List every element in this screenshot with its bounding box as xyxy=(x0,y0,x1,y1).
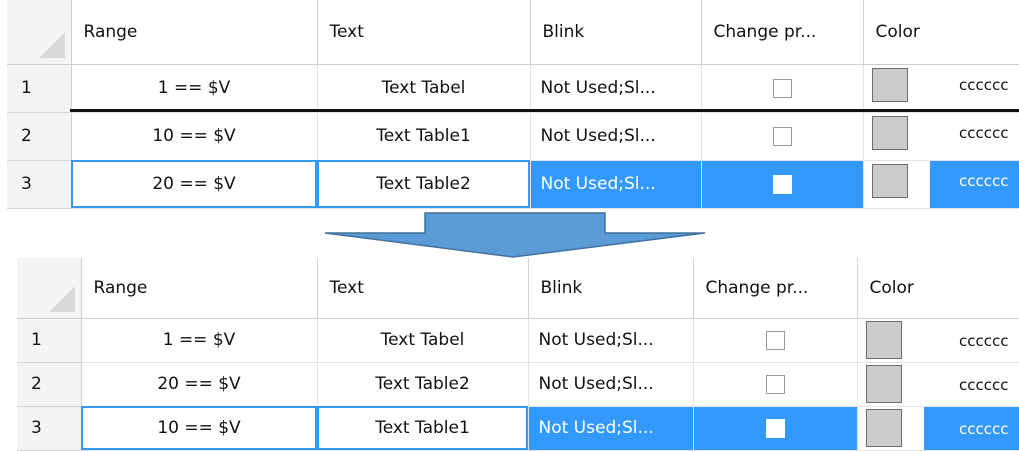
row-header[interactable]: 3 xyxy=(17,406,82,451)
checkbox[interactable] xyxy=(772,126,792,146)
blink-cell[interactable]: Not Used;Sl... xyxy=(530,64,702,113)
blink-cell[interactable]: Not Used;Sl... xyxy=(528,362,694,407)
color-swatch[interactable] xyxy=(871,115,908,150)
color-swatch[interactable] xyxy=(871,163,908,198)
text-cell[interactable]: Text Table1 xyxy=(317,112,531,161)
table-row[interactable]: 1 1 == $V Text Tabel Not Used;Sl... cccc… xyxy=(17,318,1019,363)
color-hex: cccccc xyxy=(959,123,1009,142)
text-cell[interactable]: Text Table2 xyxy=(317,160,531,209)
range-cell[interactable]: 1 == $V xyxy=(71,64,318,113)
table-row[interactable]: 2 10 == $V Text Table1 Not Used;Sl... cc… xyxy=(7,112,1019,161)
table-row-selected[interactable]: 3 20 == $V Text Table2 Not Used;Sl... cc… xyxy=(7,160,1019,209)
column-header-blink[interactable]: Blink xyxy=(530,0,702,65)
color-hex: cccccc xyxy=(959,75,1009,94)
color-cell[interactable]: cccccc xyxy=(863,112,1019,161)
color-swatch[interactable] xyxy=(865,408,902,447)
text-cell[interactable]: Text Table2 xyxy=(317,362,529,407)
color-cell[interactable]: cccccc xyxy=(857,362,1019,407)
blink-cell[interactable]: Not Used;Sl... xyxy=(528,318,694,363)
column-header-range[interactable]: Range xyxy=(71,0,318,65)
change-property-cell[interactable] xyxy=(693,362,858,407)
column-header-change-property[interactable]: Change pr... xyxy=(701,0,864,65)
color-cell[interactable]: cccccc xyxy=(863,160,1019,209)
change-property-cell[interactable] xyxy=(701,160,864,209)
checkbox[interactable] xyxy=(765,374,785,394)
checkbox[interactable] xyxy=(772,78,792,98)
color-swatch[interactable] xyxy=(871,67,908,102)
blink-cell[interactable]: Not Used;Sl... xyxy=(530,112,702,161)
column-header-text[interactable]: Text xyxy=(317,258,529,319)
text-cell[interactable]: Text Table1 xyxy=(317,406,529,451)
column-header-color[interactable]: Color xyxy=(857,258,1019,319)
color-hex: cccccc xyxy=(959,331,1009,350)
grid-after: Range Text Blink Change pr... Color 1 1 … xyxy=(17,258,1019,451)
grid-before: Range Text Blink Change pr... Color 1 1 … xyxy=(7,0,1019,209)
range-cell[interactable]: 10 == $V xyxy=(71,112,318,161)
text-cell[interactable]: Text Tabel xyxy=(317,318,529,363)
range-cell[interactable]: 10 == $V xyxy=(81,406,318,451)
range-cell[interactable]: 20 == $V xyxy=(81,362,318,407)
change-property-cell[interactable] xyxy=(693,406,858,451)
blink-cell[interactable]: Not Used;Sl... xyxy=(528,406,694,451)
column-header-change-property[interactable]: Change pr... xyxy=(693,258,858,319)
range-cell[interactable]: 20 == $V xyxy=(71,160,318,209)
change-property-cell[interactable] xyxy=(701,112,864,161)
column-header-text[interactable]: Text xyxy=(317,0,531,65)
color-cell[interactable]: cccccc xyxy=(857,318,1019,363)
select-all-corner[interactable] xyxy=(17,258,82,319)
color-hex: cccccc xyxy=(959,171,1009,190)
down-arrow-shape xyxy=(324,212,706,258)
color-hex: cccccc xyxy=(959,419,1009,438)
color-cell[interactable]: cccccc xyxy=(857,406,1019,451)
header-row: Range Text Blink Change pr... Color xyxy=(17,258,1019,319)
row-header[interactable]: 2 xyxy=(7,112,72,161)
table-row[interactable]: 2 20 == $V Text Table2 Not Used;Sl... cc… xyxy=(17,362,1019,407)
column-header-range[interactable]: Range xyxy=(81,258,318,319)
column-header-color[interactable]: Color xyxy=(863,0,1019,65)
color-cell[interactable]: cccccc xyxy=(863,64,1019,113)
text-cell[interactable]: Text Tabel xyxy=(317,64,531,113)
row-header[interactable]: 1 xyxy=(17,318,82,363)
table-row[interactable]: 1 1 == $V Text Tabel Not Used;Sl... cccc… xyxy=(7,64,1019,113)
checkbox[interactable] xyxy=(765,418,785,438)
blink-cell[interactable]: Not Used;Sl... xyxy=(530,160,702,209)
column-header-blink[interactable]: Blink xyxy=(528,258,694,319)
table-row-selected[interactable]: 3 10 == $V Text Table1 Not Used;Sl... cc… xyxy=(17,406,1019,451)
change-property-cell[interactable] xyxy=(701,64,864,113)
color-swatch[interactable] xyxy=(865,320,902,359)
header-row: Range Text Blink Change pr... Color xyxy=(7,0,1019,65)
row-header[interactable]: 2 xyxy=(17,362,82,407)
row-header[interactable]: 1 xyxy=(7,64,72,113)
drag-insertion-line xyxy=(70,109,1019,112)
change-property-cell[interactable] xyxy=(693,318,858,363)
color-hex: cccccc xyxy=(959,375,1009,394)
checkbox[interactable] xyxy=(765,330,785,350)
select-all-corner[interactable] xyxy=(7,0,72,65)
row-header[interactable]: 3 xyxy=(7,160,72,209)
checkbox[interactable] xyxy=(772,174,792,194)
range-cell[interactable]: 1 == $V xyxy=(81,318,318,363)
color-swatch[interactable] xyxy=(865,364,902,403)
